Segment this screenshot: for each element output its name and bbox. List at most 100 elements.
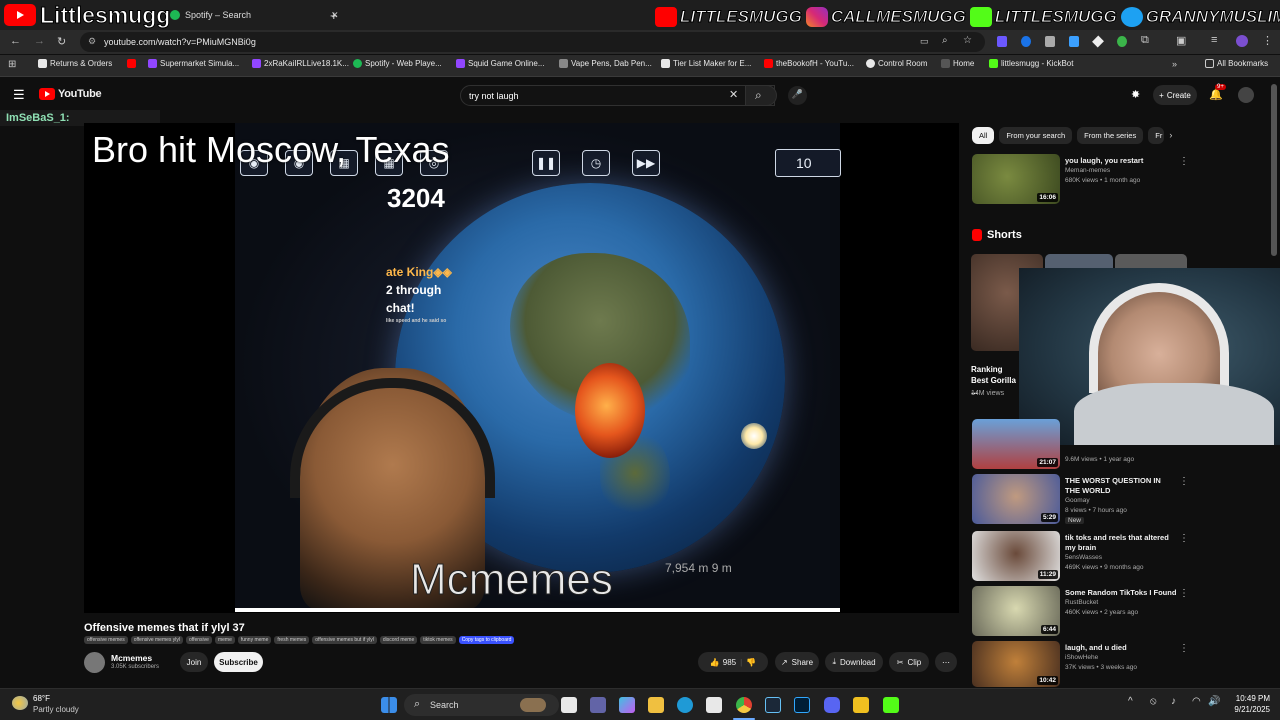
taskbar-search[interactable]: ⌕ Search xyxy=(404,694,559,716)
chip-truncated[interactable]: Fr xyxy=(1148,127,1165,144)
page-scrollbar[interactable] xyxy=(1271,84,1277,256)
thumbs-down-icon[interactable]: 👎 xyxy=(746,658,756,667)
discord-icon[interactable] xyxy=(824,697,840,713)
tag[interactable]: fresh memes xyxy=(274,636,310,644)
more-actions-icon[interactable]: ⋯ xyxy=(935,652,957,672)
search-button[interactable]: ⌕ xyxy=(745,85,777,106)
task-view-icon[interactable] xyxy=(561,697,577,713)
related-video[interactable]: 21:07 9.6M views • 1 year ago xyxy=(972,419,1192,471)
related-video[interactable]: 16:06 you laugh, you restart Meman-memes… xyxy=(972,154,1192,206)
voice-search-icon[interactable]: 🎤 xyxy=(788,86,807,105)
clock-date[interactable]: 9/21/2025 xyxy=(1230,705,1270,714)
bookmark-item[interactable]: Spotify - Web Playe... xyxy=(353,59,442,68)
more-bookmarks-icon[interactable]: » xyxy=(1172,59,1177,69)
extension-icon[interactable]: ✸ xyxy=(1131,88,1140,101)
store-icon[interactable] xyxy=(706,697,722,713)
bookmark-item[interactable]: Vape Pens, Dab Pen... xyxy=(559,59,652,68)
bookmark-item[interactable]: littlesmugg - KickBot xyxy=(989,59,1073,68)
more-options-icon[interactable]: ⋮ xyxy=(1179,476,1189,487)
kick-icon[interactable] xyxy=(883,697,899,713)
tag[interactable]: offensive memes xyxy=(84,636,128,644)
join-button[interactable]: Join xyxy=(180,652,208,672)
speaker-icon[interactable]: 🔊 xyxy=(1208,696,1220,707)
related-video[interactable]: 11:29 tik toks and reels that altered my… xyxy=(972,531,1192,583)
search-input[interactable]: try not laugh xyxy=(460,85,775,106)
teams-icon[interactable] xyxy=(590,697,606,713)
tag[interactable]: offensive memes ylyl xyxy=(130,636,184,644)
browser-tab[interactable]: Spotify – Search ✕ xyxy=(170,4,339,26)
create-button[interactable]: + Create xyxy=(1153,85,1197,105)
hamburger-menu-icon[interactable]: ☰ xyxy=(13,87,25,103)
related-video[interactable]: 5:29 THE WORST QUESTION IN THE WORLD Goo… xyxy=(972,474,1192,526)
all-bookmarks-button[interactable]: All Bookmarks xyxy=(1205,59,1268,68)
more-options-icon[interactable]: ⋮ xyxy=(1179,533,1189,544)
profile-avatar[interactable] xyxy=(1236,35,1248,47)
video-progress-bar[interactable] xyxy=(235,608,840,612)
tag[interactable]: funny meme xyxy=(237,636,272,644)
zoom-icon[interactable]: ⌕ xyxy=(942,35,948,46)
bookmark-item[interactable]: Returns & Orders xyxy=(38,59,112,68)
channel-avatar[interactable] xyxy=(84,652,105,673)
chip-from-your-search[interactable]: From your search xyxy=(999,127,1073,144)
side-panel-icon[interactable]: ▣ xyxy=(1176,34,1186,47)
copilot-icon[interactable] xyxy=(619,697,635,713)
media-icon[interactable]: ≡ xyxy=(1211,34,1217,46)
cast-icon[interactable]: ▭ xyxy=(920,36,929,47)
bookmark-item[interactable]: 2xRaKaiIRLLive18.1K... xyxy=(252,59,349,68)
tag[interactable]: offensive xyxy=(186,636,212,644)
extension-icon[interactable] xyxy=(997,36,1007,47)
bookmark-item[interactable]: Home xyxy=(941,59,974,68)
chip-all[interactable]: All xyxy=(972,127,995,144)
video-player[interactable]: ◉ ◉ ▦ ▦ ◎ ❚❚ ◷ ▶▶ 10 3204 ate King◈◈ 2 t… xyxy=(84,123,959,613)
subscribe-button[interactable]: Subscribe xyxy=(214,652,263,672)
menu-kebab-icon[interactable]: ⋮ xyxy=(1262,34,1273,47)
related-video[interactable]: 6:44 Some Random TikToks I Found RustBuc… xyxy=(972,586,1192,638)
short-thumbnail[interactable] xyxy=(1115,254,1187,268)
bookmark-item[interactable] xyxy=(127,59,139,68)
account-avatar[interactable] xyxy=(1238,87,1254,103)
chevron-up-icon[interactable]: ^ xyxy=(1128,696,1133,707)
extension-icon[interactable] xyxy=(1021,36,1031,47)
tag[interactable]: discord meme xyxy=(379,636,418,644)
related-video[interactable]: 10:42 laugh, and u died iShowHehe 37K vi… xyxy=(972,641,1192,687)
tag[interactable]: meme xyxy=(214,636,235,644)
download-button[interactable]: ⤓ Download xyxy=(825,652,883,672)
weather-icon[interactable] xyxy=(12,696,28,710)
network-off-icon[interactable]: ⦸ xyxy=(1150,696,1157,707)
like-button[interactable]: 👍 985 xyxy=(710,658,736,667)
bookmark-item[interactable]: theBookofH - YouTu... xyxy=(764,59,854,68)
chrome-icon[interactable] xyxy=(736,697,752,713)
clear-search-icon[interactable]: ✕ xyxy=(729,88,738,101)
forward-icon[interactable]: → xyxy=(34,35,45,47)
reload-icon[interactable]: ↻ xyxy=(57,35,66,48)
wifi-icon[interactable]: ◠ xyxy=(1192,696,1201,707)
extension-icon[interactable] xyxy=(1045,36,1055,47)
clip-button[interactable]: ✂ Clip xyxy=(889,652,929,672)
extension-icon[interactable] xyxy=(1069,36,1079,47)
folder-icon[interactable] xyxy=(648,697,664,713)
bookmark-item[interactable]: Control Room xyxy=(866,59,927,68)
edge-icon[interactable] xyxy=(677,697,693,713)
mic-icon[interactable]: ♪ xyxy=(1171,696,1176,707)
copy-tags-button[interactable]: Copy tags to clipboard xyxy=(458,636,515,644)
apps-grid-icon[interactable]: ⊞ xyxy=(8,59,16,70)
short-thumbnail[interactable] xyxy=(1045,254,1113,268)
tag[interactable]: tiktok memes xyxy=(420,636,456,644)
more-options-icon[interactable]: ⋮ xyxy=(1179,588,1189,599)
more-options-icon[interactable]: ⋮ xyxy=(1179,156,1189,167)
bookmark-item[interactable]: Supermarket Simula... xyxy=(148,59,239,68)
chip-from-the-series[interactable]: From the series xyxy=(1077,127,1144,144)
youtube-logo[interactable]: YouTube xyxy=(39,88,102,100)
windows-start-icon[interactable] xyxy=(381,697,397,713)
app-icon[interactable] xyxy=(853,697,869,713)
extensions-puzzle-icon[interactable]: ⧉ xyxy=(1141,34,1149,47)
url-field[interactable]: ⚙ youtube.com/watch?v=PMiuMGNBi0g ▭ ⌕ ☆ xyxy=(80,32,985,52)
extension-icon[interactable] xyxy=(1092,35,1104,48)
extension-icon[interactable] xyxy=(1117,36,1127,47)
bookmark-item[interactable]: Tier List Maker for E... xyxy=(661,59,751,68)
new-tab-icon[interactable]: + xyxy=(330,4,338,26)
bookmark-star-icon[interactable]: ☆ xyxy=(963,35,972,46)
steam-icon[interactable] xyxy=(765,697,781,713)
bookmark-item[interactable]: Squid Game Online... xyxy=(456,59,544,68)
back-icon[interactable]: ← xyxy=(10,35,21,47)
